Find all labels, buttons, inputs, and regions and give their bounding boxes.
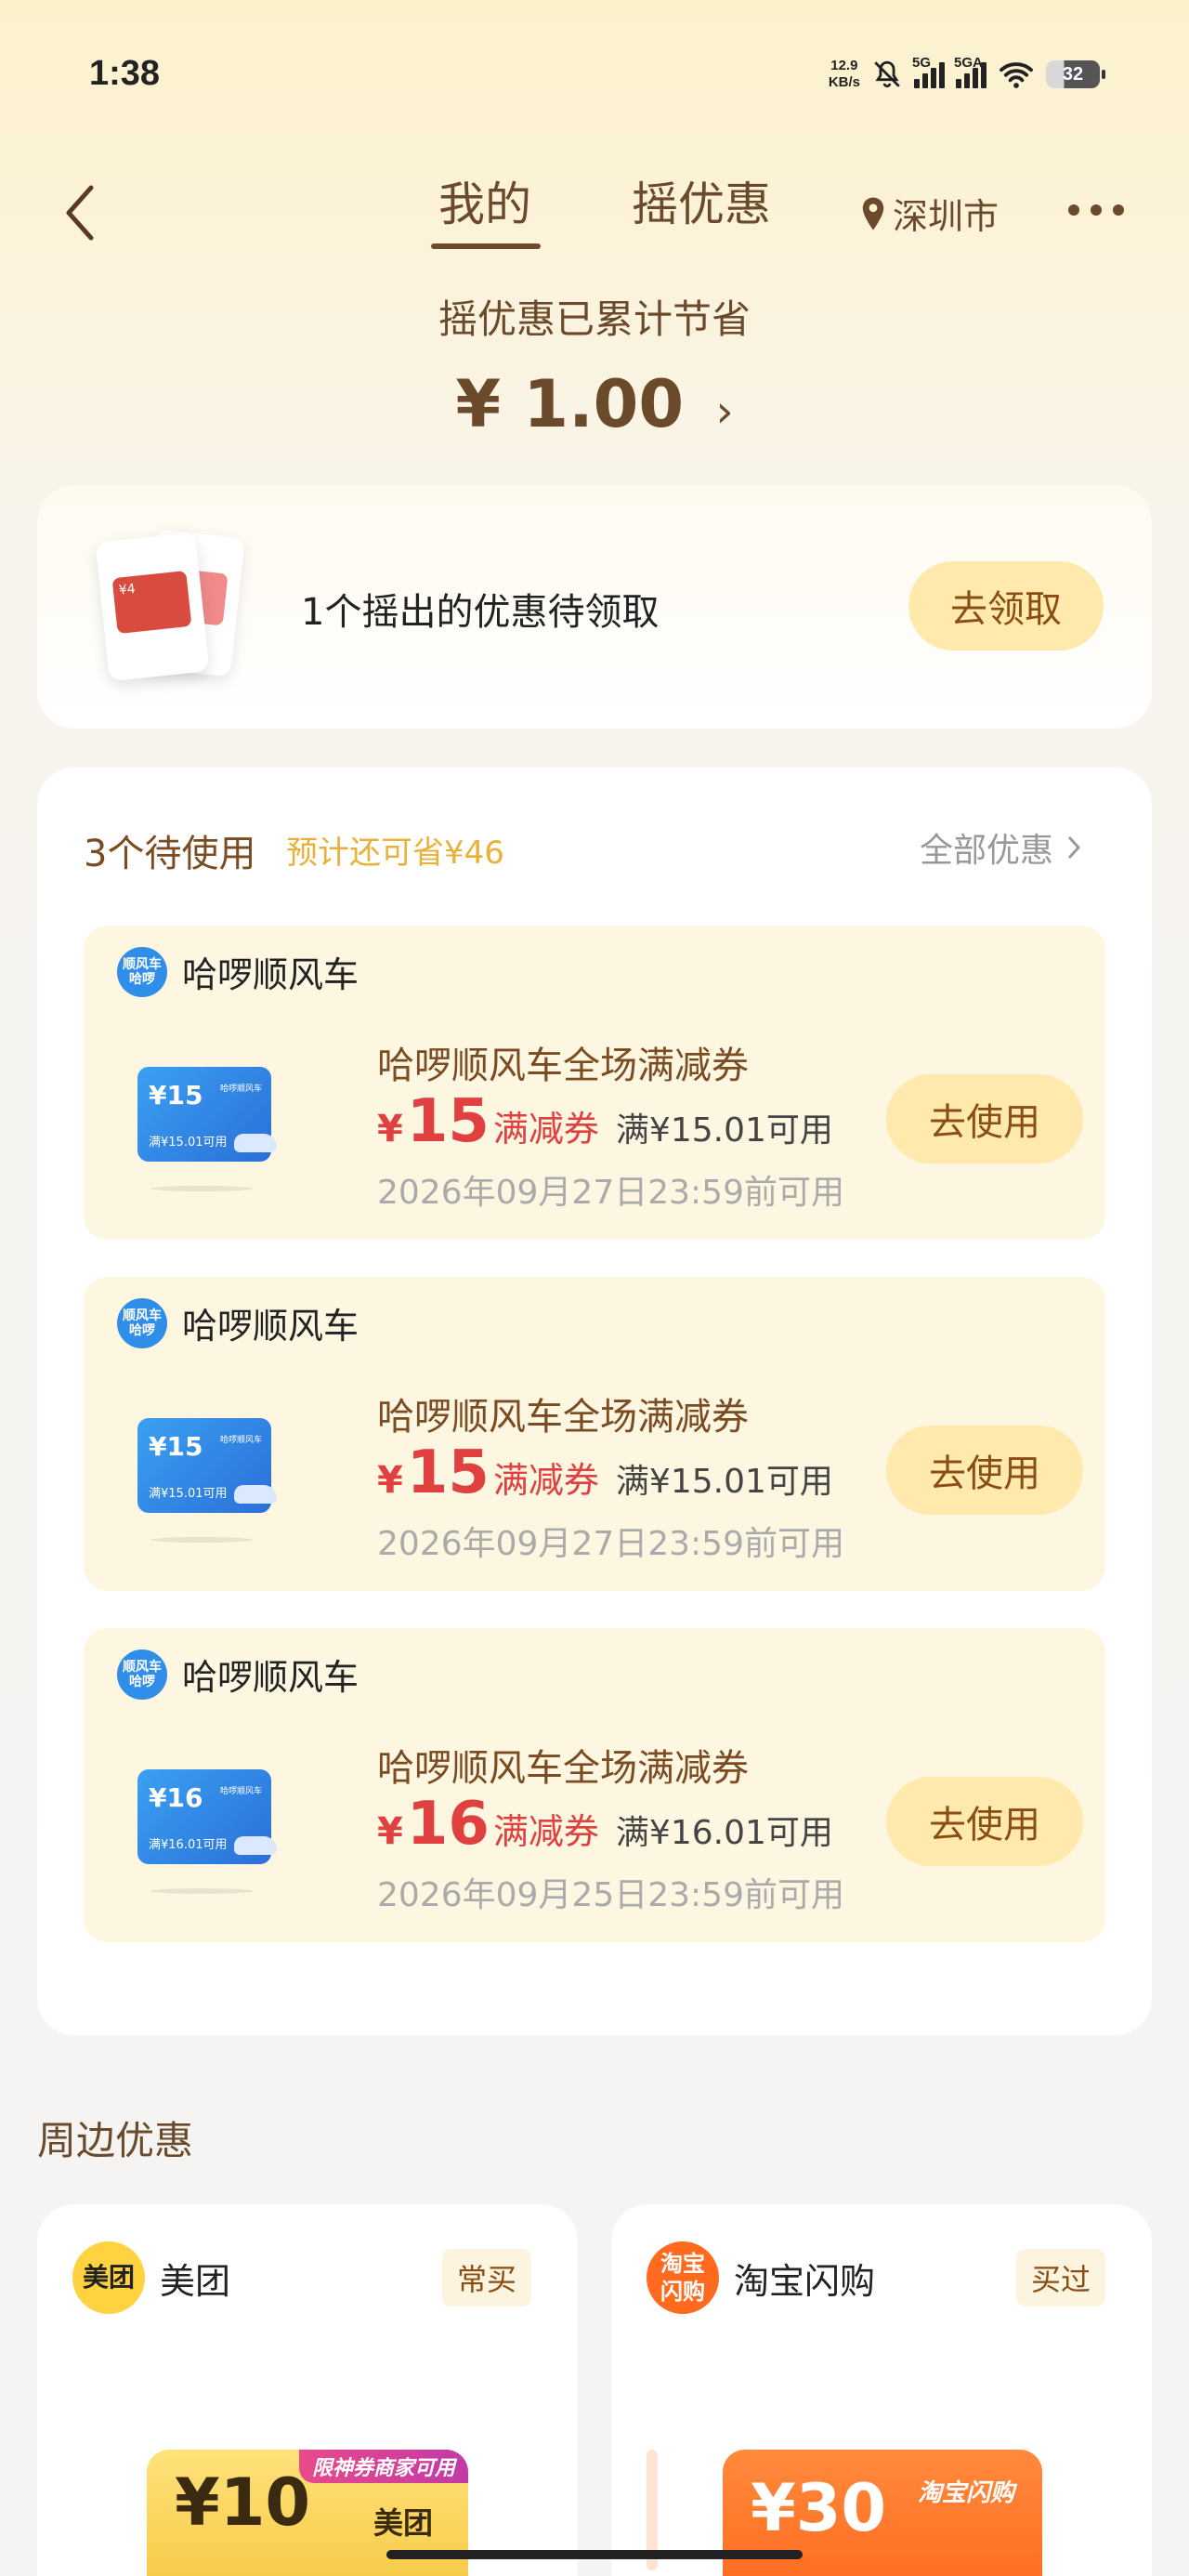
network-speed: 12.9 KB/s xyxy=(829,58,860,91)
nearby-brand: 淘宝 闪购 淘宝闪购 xyxy=(647,2241,875,2314)
coupon-title: 哈啰顺风车全场满减券 xyxy=(377,1396,749,1439)
coupon-thumbnail: ¥15 哈啰顺风车 满¥15.01可用 xyxy=(137,1067,277,1162)
all-coupons-label: 全部优惠 xyxy=(920,832,1054,870)
nearby-brand: 美团 美团 xyxy=(72,2241,230,2314)
coupon-thumbnail: ¥15 哈啰顺风车 满¥15.01可用 xyxy=(137,1418,277,1513)
chevron-right-icon xyxy=(1067,835,1081,860)
back-arrow-icon[interactable] xyxy=(59,180,100,245)
signal-sim2-icon: 5GA xyxy=(954,55,986,88)
location-pin-icon xyxy=(862,197,884,230)
use-coupon-button[interactable]: 去使用 xyxy=(886,1074,1083,1163)
tab-mine[interactable]: 我的 xyxy=(438,167,531,234)
savings-label: 摇优惠已累计节省 xyxy=(438,296,751,342)
estimated-savings: 预计还可省¥46 xyxy=(286,835,504,872)
purchased-badge: 买过 xyxy=(1015,2249,1105,2307)
more-menu-icon[interactable] xyxy=(1068,204,1124,216)
ticket-value: ¥30 xyxy=(751,2470,887,2546)
meituan-logo: 美团 xyxy=(72,2241,145,2314)
coupon-expiry: 2026年09月27日23:59前可用 xyxy=(377,1174,844,1212)
unused-count: 3个待使用 xyxy=(84,833,256,875)
frequent-buy-badge: 常买 xyxy=(441,2249,531,2307)
coupon-item[interactable]: 顺风车 哈啰 哈啰顺风车 ¥15 哈啰顺风车 满¥15.01可用 哈啰顺风车全场满减券… xyxy=(84,1277,1105,1591)
pending-text: 1个摇出的优惠待领取 xyxy=(301,591,660,634)
ticket-banner: 限神券商家可用 xyxy=(298,2450,468,2483)
use-coupon-button[interactable]: 去使用 xyxy=(886,1777,1083,1866)
network-speed-value: 12.9 xyxy=(830,58,858,73)
hello-ride-logo: 顺风车 哈啰 xyxy=(117,1649,167,1700)
thumbnail-shadow xyxy=(150,1186,253,1191)
coupon-thumbnail: ¥16 哈啰顺风车 满¥16.01可用 xyxy=(137,1769,277,1864)
thumbnail-shadow xyxy=(150,1888,253,1894)
coupon-brand: 顺风车 哈啰 哈啰顺风车 xyxy=(117,1297,359,1348)
battery-icon: 32 xyxy=(1046,60,1105,88)
brand-name: 哈啰顺风车 xyxy=(182,1306,359,1347)
active-tab-indicator xyxy=(431,243,541,249)
coupon-item[interactable]: 顺风车 哈啰 哈啰顺风车 ¥16 哈啰顺风车 满¥16.01可用 哈啰顺风车全场满减券… xyxy=(84,1628,1105,1942)
unused-coupons-card: 3个待使用 预计还可省¥46 全部优惠 顺风车 哈啰 哈啰顺风车 ¥15 哈啰顺风车… xyxy=(37,768,1152,2035)
coupon-item[interactable]: 顺风车 哈啰 哈啰顺风车 ¥15 哈啰顺风车 满¥15.01可用 哈啰顺风车全场满减券… xyxy=(84,926,1105,1240)
coupon-title: 哈啰顺风车全场满减券 xyxy=(377,1045,749,1087)
signal-sim1-icon: 5G xyxy=(912,55,945,88)
sim1-label: 5G xyxy=(912,55,932,71)
coupon-value: ¥16 满减券 满¥16.01可用 xyxy=(377,1790,833,1859)
coupon-value: ¥15 满减券 满¥15.01可用 xyxy=(377,1439,833,1507)
ticket-banner: 淘宝闪购 xyxy=(917,2479,1014,2507)
use-coupon-button[interactable]: 去使用 xyxy=(886,1426,1083,1515)
mute-bell-icon xyxy=(874,60,900,88)
hello-ride-logo: 顺风车 哈啰 xyxy=(117,946,167,997)
tab-shake-deals[interactable]: 摇优惠 xyxy=(632,167,771,234)
home-indicator[interactable] xyxy=(386,2550,803,2559)
ticket-value: ¥10 xyxy=(175,2464,311,2541)
coupon-brand: 顺风车 哈啰 哈啰顺风车 xyxy=(117,1649,359,1700)
coupon-expiry: 2026年09月25日23:59前可用 xyxy=(377,1876,844,1914)
coupon-title: 哈啰顺风车全场满减券 xyxy=(377,1747,749,1790)
nearby-deals-title: 周边优惠 xyxy=(37,2118,194,2163)
brand-name: 哈啰顺风车 xyxy=(182,954,359,995)
coupon-expiry: 2026年09月27日23:59前可用 xyxy=(377,1525,844,1563)
sim2-label: 5GA xyxy=(954,55,983,71)
savings-amount: ¥ 1.00 xyxy=(455,366,685,442)
location-label: 深圳市 xyxy=(893,196,1000,237)
taobao-flash-logo: 淘宝 闪购 xyxy=(647,2241,719,2314)
network-speed-unit: KB/s xyxy=(828,74,860,90)
all-coupons-link[interactable]: 全部优惠 xyxy=(920,823,1081,872)
nearby-card-taobao[interactable]: 淘宝 闪购 淘宝闪购 买过 ¥30 淘宝闪购 xyxy=(611,2204,1152,2576)
wifi-icon xyxy=(1000,62,1033,88)
chevron-right-icon: › xyxy=(715,386,734,438)
brand-name: 哈啰顺风车 xyxy=(182,1657,359,1698)
coupon-stack-icon: ¥4 xyxy=(95,528,245,682)
thumbnail-shadow xyxy=(150,1537,253,1543)
location-selector[interactable]: 深圳市 xyxy=(859,188,999,239)
brand-name: 淘宝闪购 xyxy=(734,2260,876,2302)
nearby-card-meituan[interactable]: 美团 美团 常买 限神券商家可用 ¥10 美团 xyxy=(37,2204,578,2576)
status-bar: 1:38 12.9 KB/s 5G 5GA 32 xyxy=(0,54,1189,102)
savings-amount-link[interactable]: ¥ 1.00 › xyxy=(0,366,1189,442)
pending-claim-card: ¥4 1个摇出的优惠待领取 去领取 xyxy=(37,485,1152,729)
claim-button[interactable]: 去领取 xyxy=(908,561,1104,651)
ticket-brand: 美团 xyxy=(373,2505,434,2541)
coupon-brand: 顺风车 哈啰 哈啰顺风车 xyxy=(117,946,359,997)
hello-ride-logo: 顺风车 哈啰 xyxy=(117,1297,167,1348)
status-icons: 12.9 KB/s 5G 5GA 32 xyxy=(829,55,1105,91)
coupon-value: ¥15 满减券 满¥15.01可用 xyxy=(377,1087,833,1156)
top-nav: 我的 摇优惠 深圳市 xyxy=(0,167,1189,260)
brand-name: 美团 xyxy=(160,2260,231,2302)
status-time: 1:38 xyxy=(89,54,161,93)
